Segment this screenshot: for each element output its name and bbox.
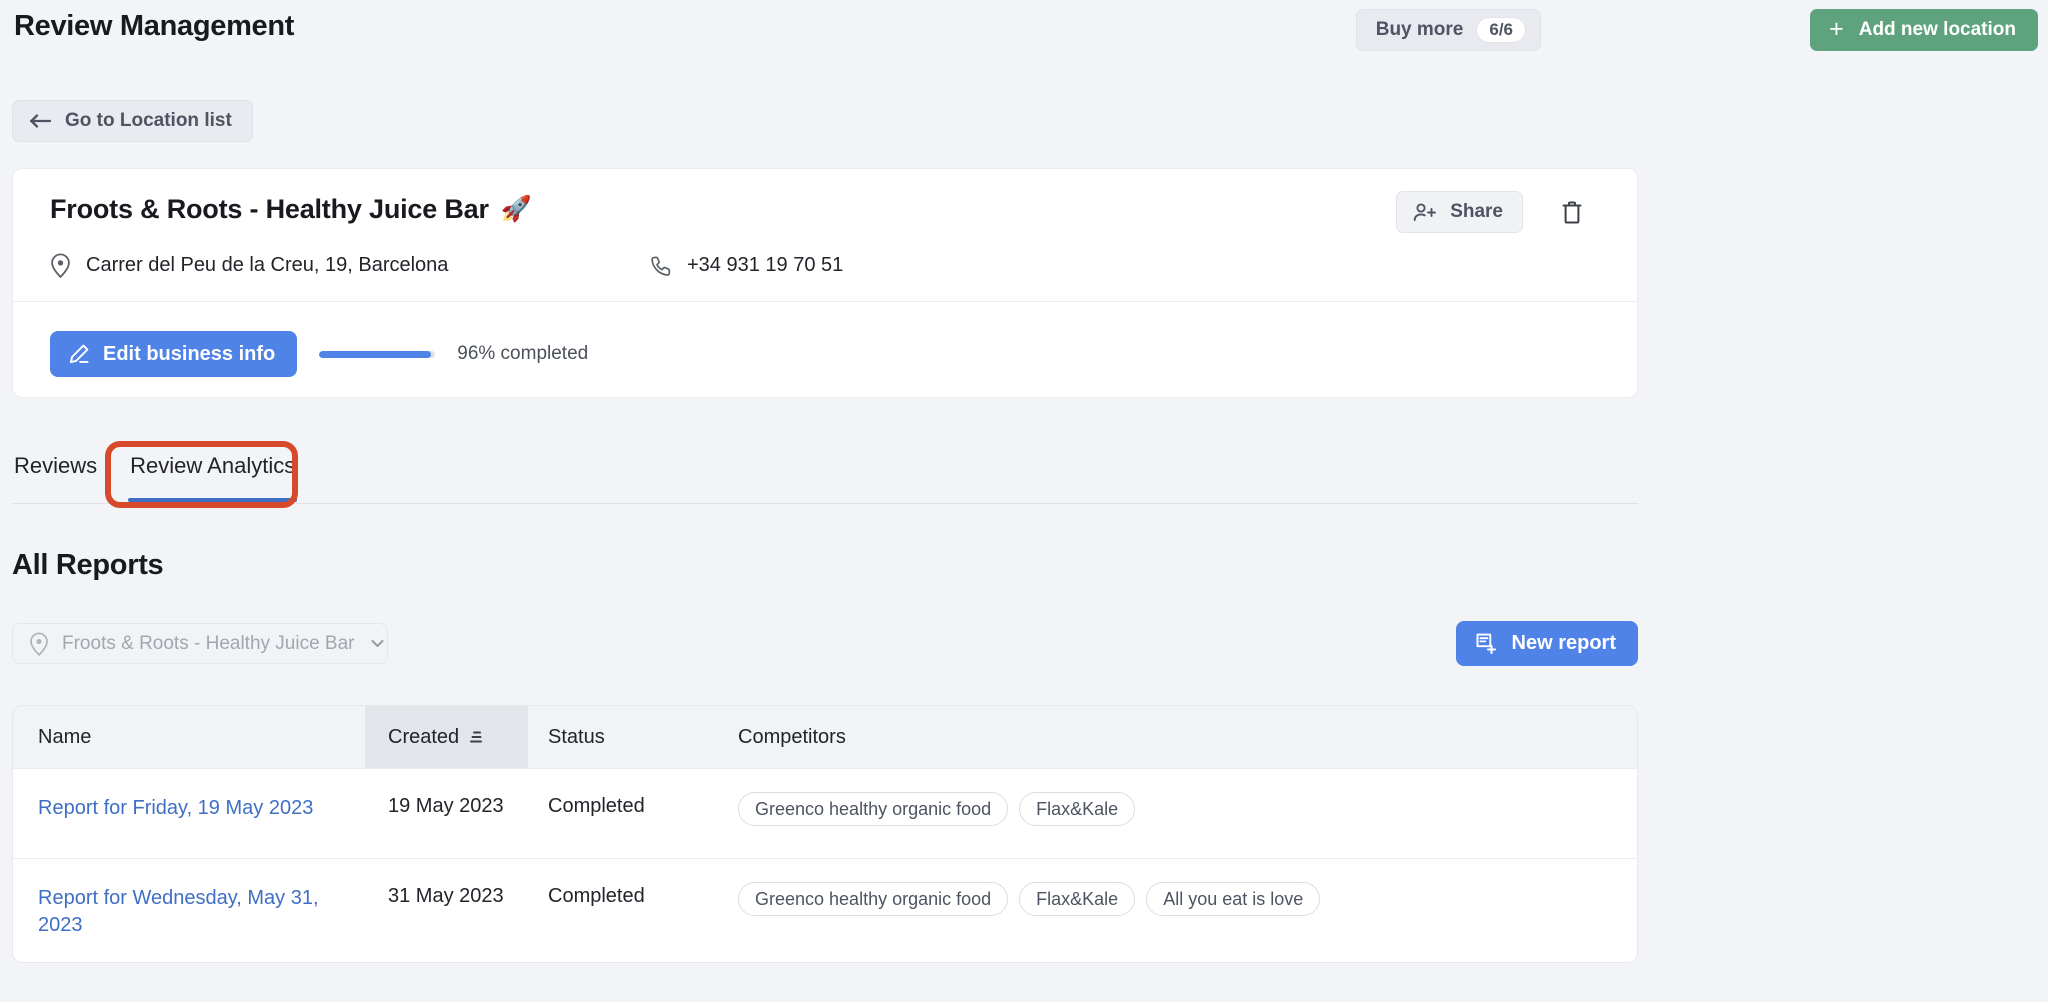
all-reports-title: All Reports (12, 549, 163, 582)
table-header-row: Name Created Status Competitors (13, 706, 1637, 768)
arrow-left-icon (30, 114, 51, 128)
location-meta: Carrer del Peu de la Creu, 19, Barcelona… (50, 253, 843, 278)
report-link[interactable]: Report for Friday, 19 May 2023 (38, 795, 313, 822)
location-name: Froots & Roots - Healthy Juice Bar 🚀 (50, 194, 532, 225)
location-filter-select[interactable]: Froots & Roots - Healthy Juice Bar (12, 623, 388, 664)
add-new-location-button[interactable]: + Add new location (1810, 9, 2038, 51)
tab-review-analytics[interactable]: Review Analytics (128, 452, 297, 501)
progress-label: 96% completed (457, 343, 588, 365)
plus-icon: + (1829, 19, 1844, 39)
progress-fill (319, 351, 430, 358)
phone-icon (650, 255, 672, 277)
page-header: Review Management Buy more 6/6 + Add new… (0, 0, 2048, 62)
report-created-cell: 31 May 2023 (365, 859, 528, 932)
location-phone-text: +34 931 19 70 51 (687, 254, 843, 277)
competitor-chip: Flax&Kale (1019, 792, 1135, 826)
competitor-chip: All you eat is love (1146, 882, 1320, 916)
trash-icon (1561, 200, 1583, 225)
map-pin-icon (29, 632, 49, 656)
buy-more-button[interactable]: Buy more 6/6 (1356, 9, 1541, 51)
report-link[interactable]: Report for Wednesday, May 31, 2023 (38, 885, 365, 938)
edit-business-row: Edit business info 96% completed (50, 331, 588, 377)
report-competitors-cell: Greenco healthy organic food Flax&Kale A… (718, 859, 1637, 940)
report-created-cell: 19 May 2023 (365, 769, 528, 842)
share-button[interactable]: Share (1396, 191, 1523, 233)
chevron-down-icon (368, 634, 387, 653)
column-header-status[interactable]: Status (528, 706, 718, 768)
location-address: Carrer del Peu de la Creu, 19, Barcelona (50, 253, 650, 278)
new-report-icon (1474, 632, 1498, 656)
competitor-chip: Greenco healthy organic food (738, 792, 1008, 826)
buy-more-count-badge: 6/6 (1476, 17, 1526, 44)
report-name-cell: Report for Friday, 19 May 2023 (13, 769, 365, 846)
report-name-cell: Report for Wednesday, May 31, 2023 (13, 859, 365, 962)
location-phone: +34 931 19 70 51 (650, 254, 843, 277)
progress-track (319, 351, 435, 358)
new-report-button[interactable]: New report (1456, 621, 1638, 666)
person-add-icon (1413, 202, 1437, 222)
location-address-text: Carrer del Peu de la Creu, 19, Barcelona (86, 254, 448, 277)
share-label: Share (1450, 201, 1503, 223)
competitor-chip: Greenco healthy organic food (738, 882, 1008, 916)
report-competitors-cell: Greenco healthy organic food Flax&Kale (718, 769, 1637, 850)
rocket-icon: 🚀 (501, 195, 532, 224)
reports-table: Name Created Status Competitors Report f… (12, 705, 1638, 963)
page-title: Review Management (14, 10, 294, 43)
table-row[interactable]: Report for Wednesday, May 31, 2023 31 Ma… (13, 858, 1637, 962)
tab-reviews[interactable]: Reviews (12, 452, 99, 501)
add-new-location-label: Add new location (1859, 19, 2016, 41)
location-filter-value: Froots & Roots - Healthy Juice Bar (62, 633, 355, 655)
column-header-competitors[interactable]: Competitors (718, 706, 1637, 768)
new-report-label: New report (1512, 632, 1616, 655)
completion-progress: 96% completed (319, 343, 588, 365)
report-status-cell: Completed (528, 769, 718, 842)
column-header-name[interactable]: Name (13, 706, 365, 768)
review-management-page: Review Management Buy more 6/6 + Add new… (0, 0, 2048, 1002)
go-to-location-list-button[interactable]: Go to Location list (12, 100, 253, 142)
edit-business-info-button[interactable]: Edit business info (50, 331, 297, 377)
card-divider (13, 301, 1637, 302)
go-to-location-list-label: Go to Location list (65, 110, 232, 132)
sort-icon (469, 728, 487, 746)
column-header-created[interactable]: Created (365, 706, 528, 768)
report-status-cell: Completed (528, 859, 718, 932)
edit-business-info-label: Edit business info (103, 343, 275, 366)
location-name-text: Froots & Roots - Healthy Juice Bar (50, 194, 489, 225)
competitor-chip: Flax&Kale (1019, 882, 1135, 916)
map-pin-icon (50, 253, 71, 278)
tab-bar: Reviews Review Analytics (12, 452, 1638, 504)
column-header-created-label: Created (388, 726, 459, 749)
buy-more-label: Buy more (1376, 19, 1464, 41)
location-card: Froots & Roots - Healthy Juice Bar 🚀 Car… (12, 168, 1638, 398)
pencil-icon (68, 343, 90, 365)
delete-location-button[interactable] (1553, 193, 1591, 231)
table-row[interactable]: Report for Friday, 19 May 2023 19 May 20… (13, 768, 1637, 858)
